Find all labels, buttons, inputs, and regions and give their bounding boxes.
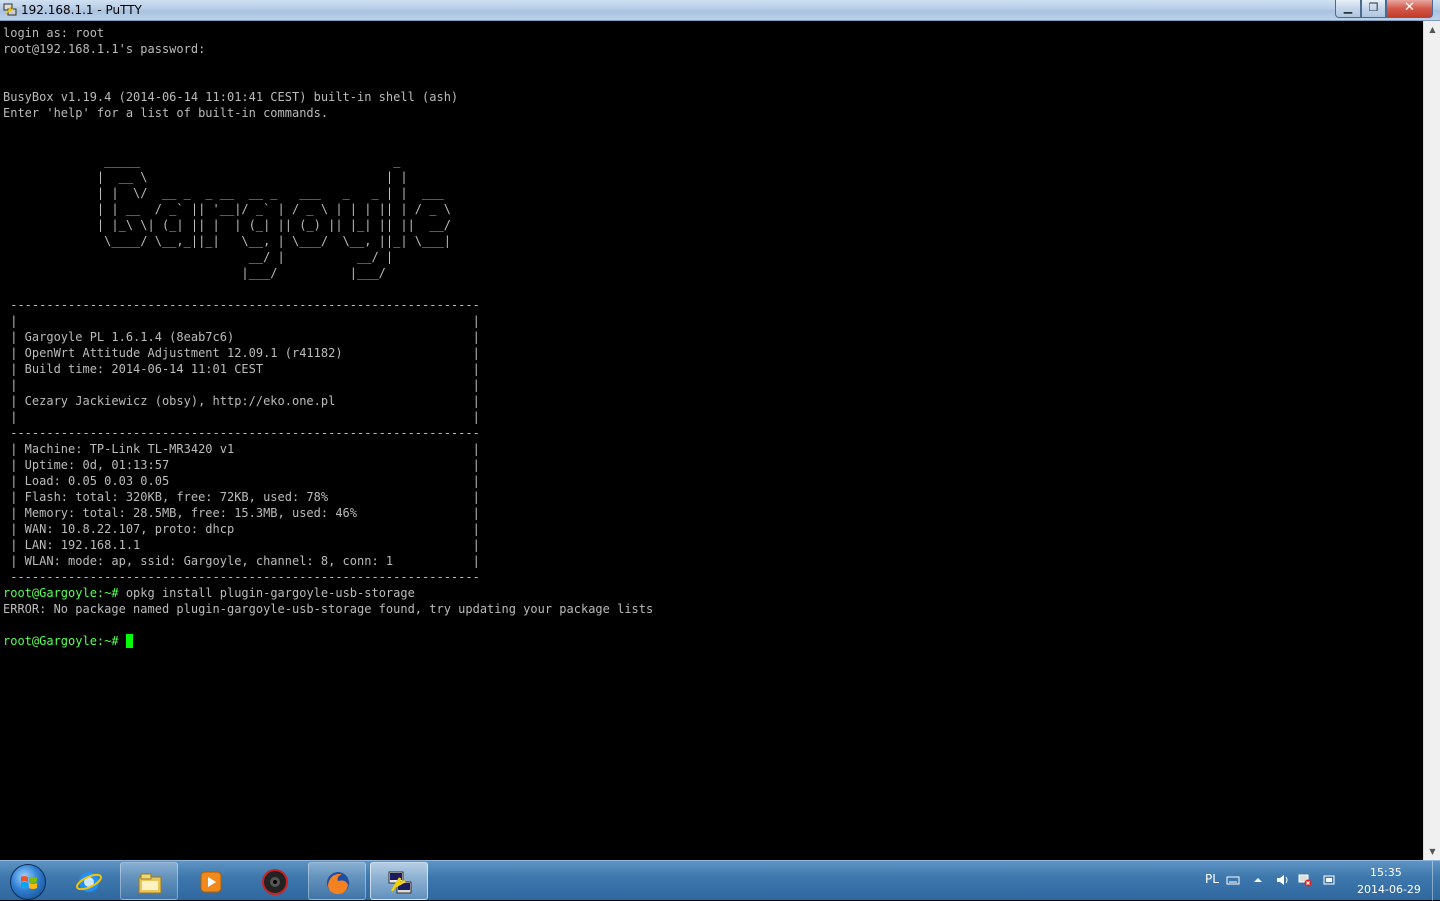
text-cursor[interactable]	[125, 634, 133, 648]
terminal-line: BusyBox v1.19.4 (2014-06-14 11:01:41 CES…	[3, 90, 459, 104]
ie-icon	[76, 872, 102, 892]
terminal-line: | Gargoyle PL 1.6.1.4 (8eab7c6) |	[3, 330, 480, 344]
terminal-line: | |_\ \| (_| || | | (_| || (_) || |_| ||…	[3, 218, 451, 232]
terminal-line: login as: root	[3, 26, 105, 40]
taskbar-item-media-player[interactable]	[182, 862, 240, 900]
clock-date[interactable]: 2014-06-29	[1357, 883, 1421, 896]
terminal-line: __/ | __/ |	[3, 250, 394, 264]
language-indicator[interactable]: PL	[1205, 872, 1219, 886]
terminal-line: | Build time: 2014-06-14 11:01 CEST |	[3, 362, 480, 376]
taskbar-item-firefox[interactable]	[308, 862, 366, 900]
volume-icon[interactable]	[1275, 873, 1289, 887]
show-desktop-button[interactable]	[1432, 861, 1440, 901]
terminal-line: |___/ |___/	[3, 266, 386, 280]
close-button[interactable]: ✕	[1386, 0, 1433, 18]
putty-icon	[388, 871, 412, 894]
terminal-line: | | \/ __ _ _ __ __ _ ___ _ _ | | ___	[3, 186, 444, 200]
taskbar-item-putty[interactable]	[370, 862, 428, 900]
action-center-icon[interactable]	[1322, 873, 1336, 887]
terminal-line: root@192.168.1.1's password:	[3, 42, 206, 56]
keyboard-icon[interactable]	[1226, 873, 1240, 887]
media-player-icon	[200, 871, 222, 893]
taskbar: PL 15:35 2014-06-29	[0, 860, 1440, 901]
terminal-line: | Memory: total: 28.5MB, free: 15.3MB, u…	[3, 506, 480, 520]
terminal-line: | Flash: total: 320KB, free: 72KB, used:…	[3, 490, 480, 504]
terminal-output: login as: root root@192.168.1.1's passwo…	[3, 25, 653, 649]
show-hidden-icons-icon[interactable]	[1251, 873, 1265, 887]
error-message: ERROR: No package named plugin-gargoyle-…	[3, 602, 654, 616]
system-tray: PL 15:35 2014-06-29	[1195, 861, 1440, 901]
terminal-line: | Machine: TP-Link TL-MR3420 v1 |	[3, 442, 480, 456]
maximize-button[interactable]: ❐	[1361, 0, 1386, 18]
shell-prompt-current: root@Gargoyle:~#	[3, 634, 126, 648]
terminal-lines: login as: root root@192.168.1.1's passwo…	[3, 26, 480, 584]
webcam-icon	[262, 869, 288, 895]
terminal-line: ----------------------------------------…	[3, 426, 480, 440]
firefox-icon	[327, 872, 349, 895]
taskbar-item-webcam-app[interactable]	[246, 862, 304, 900]
terminal-line: | |	[3, 314, 480, 328]
windows-logo-icon	[10, 864, 46, 900]
vertical-scrollbar[interactable]: ▲ ▼	[1423, 21, 1440, 860]
terminal-line: ----------------------------------------…	[3, 570, 480, 584]
terminal-area[interactable]: login as: root root@192.168.1.1's passwo…	[0, 21, 1423, 860]
scroll-up-arrow-icon[interactable]: ▲	[1424, 21, 1440, 38]
network-disconnected-icon[interactable]	[1298, 873, 1312, 887]
shell-prompt: root@Gargoyle:~#	[3, 586, 126, 600]
terminal-line: | Cezary Jackiewicz (obsy), http://eko.o…	[3, 394, 480, 408]
window-titlebar[interactable]: 192.168.1.1 - PuTTY ▁ ❐ ✕	[0, 0, 1440, 21]
terminal-line: Enter 'help' for a list of built-in comm…	[3, 106, 329, 120]
window-title: 192.168.1.1 - PuTTY	[21, 3, 142, 17]
taskbar-item-windows-explorer[interactable]	[120, 862, 178, 900]
terminal-line: _____ _	[3, 154, 401, 168]
folder-icon	[138, 873, 162, 894]
terminal-line: | | __ / _` || '__|/ _` | / _ \ | | | ||…	[3, 202, 451, 216]
clock-time[interactable]: 15:35	[1370, 866, 1402, 879]
terminal-line: ----------------------------------------…	[3, 298, 480, 312]
command-text: opkg install plugin-gargoyle-usb-storage	[125, 586, 415, 600]
terminal-line: | WAN: 10.8.22.107, proto: dhcp |	[3, 522, 480, 536]
taskbar-item-internet-explorer[interactable]	[60, 862, 118, 900]
minimize-button[interactable]: ▁	[1335, 0, 1361, 18]
terminal-line: | WLAN: mode: ap, ssid: Gargoyle, channe…	[3, 554, 480, 568]
terminal-line: | Load: 0.05 0.03 0.05 |	[3, 474, 480, 488]
scroll-down-arrow-icon[interactable]: ▼	[1424, 843, 1440, 860]
terminal-line: | OpenWrt Attitude Adjustment 12.09.1 (r…	[3, 346, 480, 360]
terminal-line: | |	[3, 410, 480, 424]
terminal-line: | __ \ | |	[3, 170, 408, 184]
terminal-line: | Uptime: 0d, 01:13:57 |	[3, 458, 480, 472]
terminal-line: | |	[3, 378, 480, 392]
putty-icon	[3, 3, 17, 16]
start-button[interactable]	[2, 862, 54, 900]
terminal-line: | LAN: 192.168.1.1 |	[3, 538, 480, 552]
terminal-line: \____/ \__,_||_| \__, | \___/ \__, ||_| …	[3, 234, 451, 248]
